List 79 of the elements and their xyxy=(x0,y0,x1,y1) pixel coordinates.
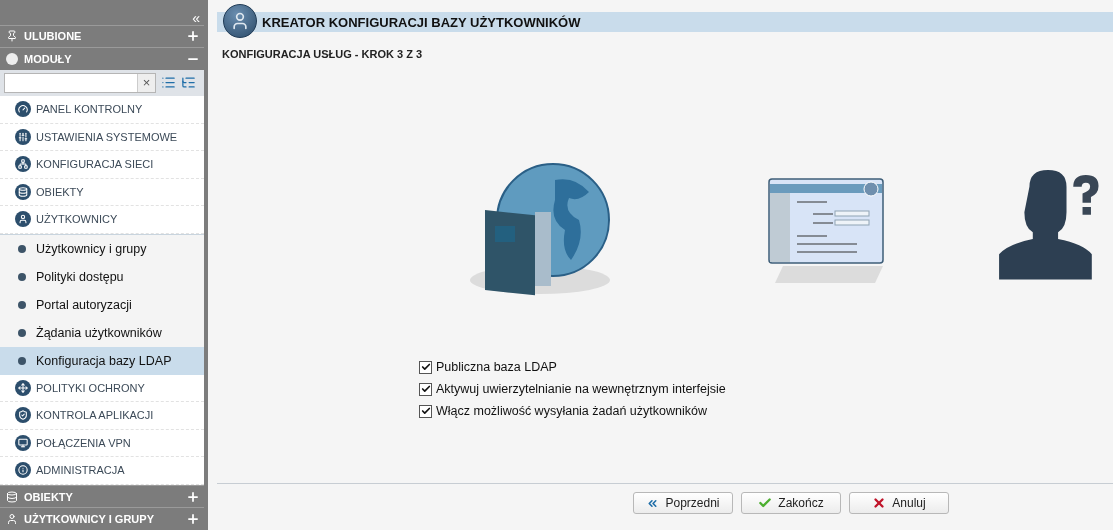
bullet-icon xyxy=(18,300,26,309)
module-label: PANEL KONTROLNY xyxy=(36,103,143,116)
module-icon xyxy=(15,184,31,200)
module-label: POŁĄCZENIA VPN xyxy=(36,437,131,449)
submenu-item[interactable]: Żądania użytkowników xyxy=(0,318,204,347)
plus-icon[interactable] xyxy=(186,512,200,527)
submenu-item[interactable]: Polityki dostępu xyxy=(0,262,204,291)
section-label: UŻYTKOWNICY I GRUPY xyxy=(24,513,155,526)
module-label: UŻYTKOWNICY xyxy=(36,213,118,226)
database-icon xyxy=(6,490,18,503)
module-icon xyxy=(15,101,31,118)
circle-icon xyxy=(6,52,18,65)
submenu-label: Żądania użytkowników xyxy=(36,325,162,340)
section-header[interactable]: UŻYTKOWNICY I GRUPY xyxy=(0,507,204,530)
checkbox[interactable] xyxy=(419,360,432,374)
checkbox-label: Publiczna baza LDAP xyxy=(436,360,557,374)
module-label: POLITYKI OCHRONY xyxy=(36,382,145,394)
module-item[interactable]: USTAWIENIA SYSTEMOWE xyxy=(0,123,204,152)
bullet-icon xyxy=(18,356,26,365)
plus-icon[interactable] xyxy=(186,29,200,44)
module-icon xyxy=(15,156,31,173)
bullet-icon xyxy=(18,244,26,253)
finish-button[interactable]: Zakończ xyxy=(741,492,841,514)
module-item[interactable]: KONFIGURACJA SIECI xyxy=(0,151,204,179)
submenu-label: Portal autoryzacji xyxy=(36,297,132,312)
previous-button[interactable]: Poprzedni xyxy=(633,492,733,514)
checkbox-label: Włącz możliwość wysyłania żadań użytkowników xyxy=(436,404,707,418)
submenu-label: Użytkownicy i grupy xyxy=(36,241,147,256)
module-item[interactable]: OBIEKTY xyxy=(0,178,204,207)
section-label: OBIEKTY xyxy=(24,490,74,503)
cross-icon xyxy=(872,496,887,510)
module-label: USTAWIENIA SYSTEMOWE xyxy=(36,131,178,143)
module-item[interactable]: POŁĄCZENIA VPN xyxy=(0,429,204,458)
collapse-button[interactable]: « xyxy=(192,11,200,25)
module-item[interactable]: UŻYTKOWNICY xyxy=(0,206,204,234)
user-icon xyxy=(223,4,257,38)
module-icon xyxy=(15,462,31,479)
submenu-item[interactable]: Użytkownicy i grupy xyxy=(0,234,204,263)
module-icon xyxy=(15,380,31,396)
checkbox-option[interactable]: Włącz możliwość wysyłania żadań użytkowników xyxy=(419,404,1113,418)
checkbox-option[interactable]: Publiczna baza LDAP xyxy=(419,360,1113,374)
submenu-label: Polityki dostępu xyxy=(36,269,124,284)
checkbox-option[interactable]: Aktywuj uwierzytelnianie na wewnętrznym interfejsie xyxy=(419,382,1113,396)
checkbox[interactable] xyxy=(419,404,432,418)
module-item[interactable]: PANEL KONTROLNY xyxy=(0,96,204,124)
clear-button[interactable]: × xyxy=(137,74,155,92)
submenu-label: Konfiguracja bazy LDAP xyxy=(36,353,172,368)
section-header[interactable]: OBIEKTY xyxy=(0,484,204,508)
module-icon xyxy=(15,435,31,451)
search-field[interactable]: × xyxy=(4,73,156,93)
wizard-title: KREATOR KONFIGURACJI BAZY UŻYTKOWNIKÓW xyxy=(262,14,581,30)
module-label: KONTROLA APLIKACJI xyxy=(36,409,154,422)
module-label: ADMINISTRACJA xyxy=(36,464,125,477)
module-icon xyxy=(15,211,31,228)
module-item[interactable]: POLITYKI OCHRONY xyxy=(0,374,204,403)
section-label: MODUŁY xyxy=(24,52,73,65)
module-item[interactable]: ADMINISTRACJA xyxy=(0,457,204,485)
module-item[interactable]: KONTROLA APLIKACJI xyxy=(0,402,204,430)
module-label: KONFIGURACJA SIECI xyxy=(36,158,154,171)
section-label: ULUBIONE xyxy=(24,30,83,43)
tree-list-icon[interactable] xyxy=(181,75,196,91)
step-label: KONFIGURACJA USŁUG - KROK 3 Z 3 xyxy=(222,48,424,60)
module-label: OBIEKTY xyxy=(36,186,84,198)
list-icon[interactable] xyxy=(161,75,176,91)
plus-icon[interactable] xyxy=(186,489,200,504)
module-icon xyxy=(15,407,31,424)
submenu-item[interactable]: Portal autoryzacji xyxy=(0,290,204,319)
checkbox-label: Aktywuj uwierzytelnianie na wewnętrznym interfejsie xyxy=(436,382,726,396)
submenu-item[interactable]: Konfiguracja bazy LDAP xyxy=(0,346,204,375)
module-icon xyxy=(15,129,31,145)
cancel-button[interactable]: Anuluj xyxy=(849,492,949,514)
check-icon xyxy=(758,496,773,510)
user-icon xyxy=(6,513,18,526)
pin-icon xyxy=(6,30,18,43)
checkbox[interactable] xyxy=(419,382,432,396)
bullet-icon xyxy=(18,272,26,281)
section-header[interactable]: ULUBIONE xyxy=(0,24,204,48)
section-header[interactable]: MODUŁY xyxy=(0,47,204,70)
bullet-icon xyxy=(18,328,26,337)
